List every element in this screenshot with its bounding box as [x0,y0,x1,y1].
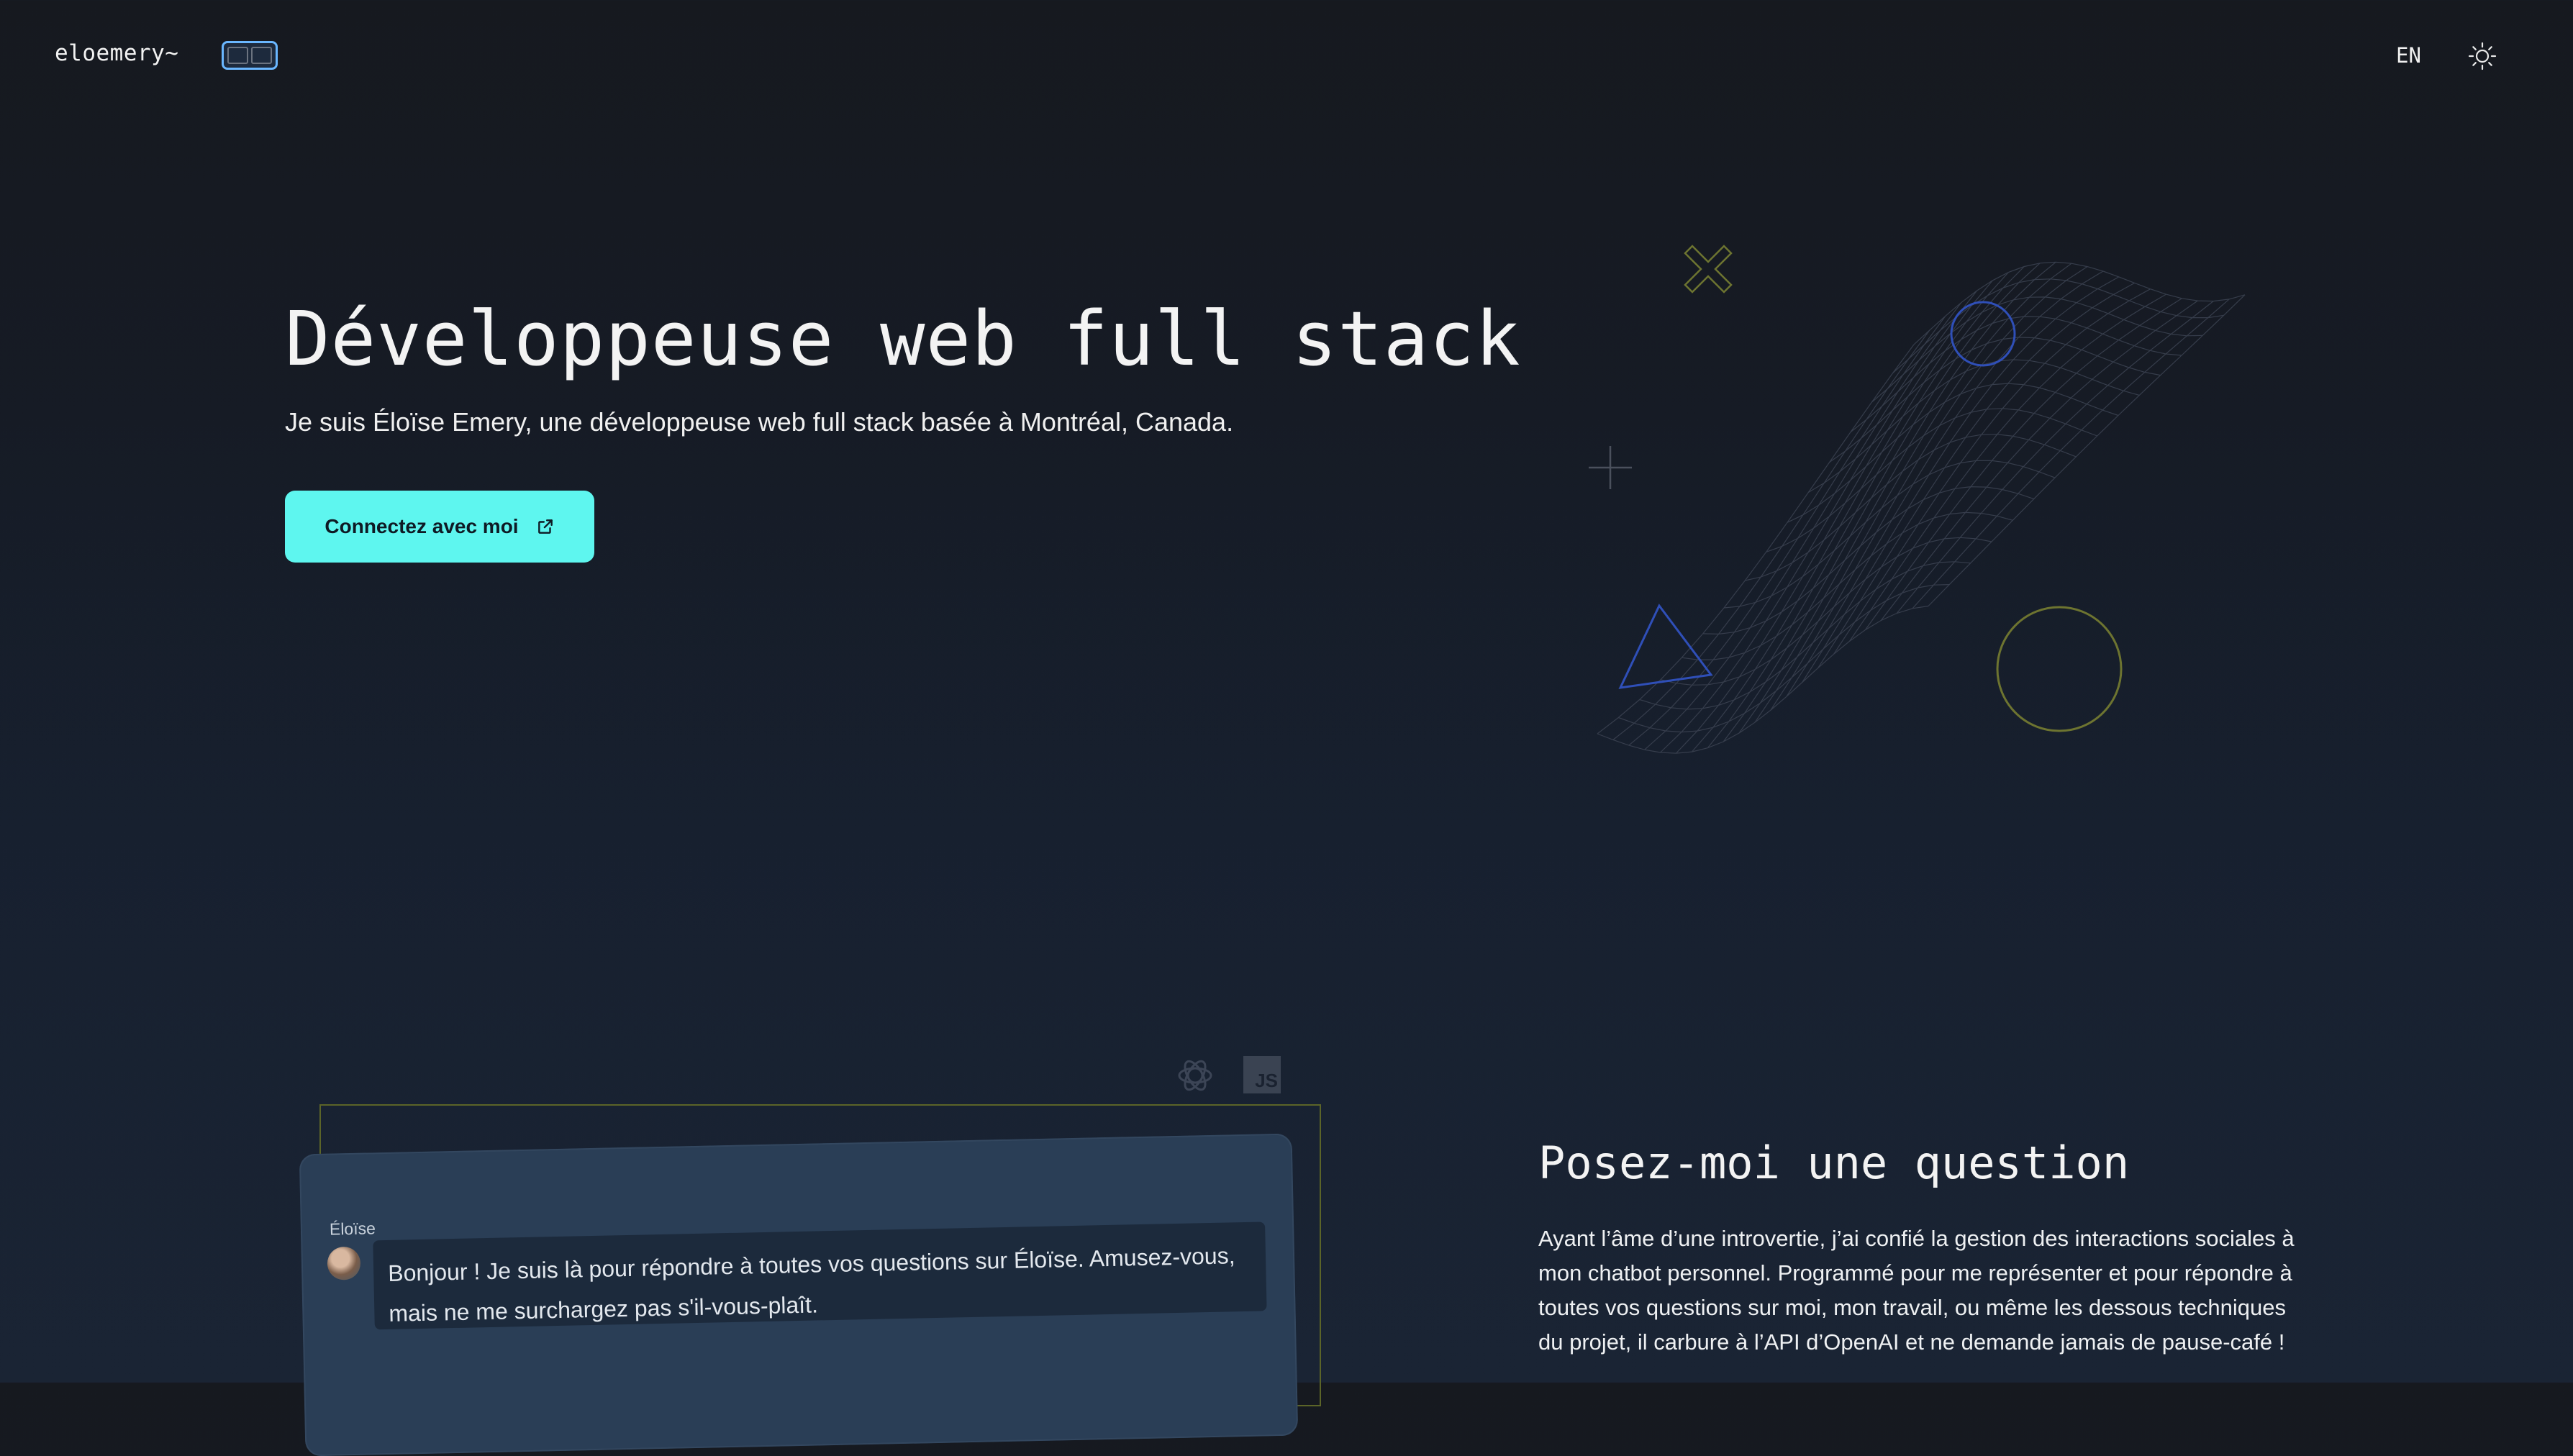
mesh-line [1892,278,2224,373]
connect-button-label: Connectez avec moi [325,515,519,537]
mesh-line [1818,282,2135,668]
chat-message: Bonjour ! Je suis là pour répondre à tou… [373,1221,1267,1330]
mesh-line [1644,302,1962,750]
mesh-line [1723,263,2041,742]
openai-icon [1178,1060,1212,1091]
language-switch[interactable]: EN [2396,43,2421,68]
avatar [327,1246,361,1280]
mesh-line [1766,408,2097,552]
wireframe-surface [1597,261,2246,754]
hero-decorative-art [1589,245,2246,754]
mesh-line [1787,383,2119,523]
plus-icon [1589,446,1632,489]
mesh-line [1660,290,1978,753]
mesh-line [1597,344,1915,734]
mesh-line [1849,294,2166,642]
question-section-text: Ayant l’âme d’une introvertie, j’ai conf… [1538,1226,2295,1355]
javascript-icon: JS [1243,1056,1281,1093]
x-shape-icon [1684,245,1733,294]
mesh-line [1802,276,2120,683]
triangle-icon [1618,604,1713,689]
site-logo[interactable]: eloemery~ [55,40,178,66]
mesh-line [1597,605,1929,754]
mesh-line [1612,329,1930,740]
mesh-line [1618,584,1950,733]
external-link-icon [537,519,553,534]
question-section-title: Posez-moi une question [1538,1137,2130,1189]
mesh-line [1786,270,2104,697]
mesh-line [1896,301,2214,614]
mesh-line [1928,294,2246,606]
connect-button[interactable]: Connectez avec moi [285,491,594,563]
hero-subtitle: Je suis Éloïse Emery, une développeuse w… [285,407,1234,437]
mesh-line [1833,288,2151,655]
mesh-line [1691,272,2009,752]
chat-sender-name: Éloïse [329,1219,376,1239]
chat-window: Éloïse Bonjour ! Je suis là pour répondr… [299,1133,1299,1456]
mesh-line [1723,460,2056,609]
sun-icon[interactable] [2467,40,2498,72]
olive-circle-icon [1996,606,2123,732]
layout-columns-icon[interactable] [222,41,278,70]
hero-title: Développeuse web full stack [285,295,1521,383]
tech-icons: JS [1176,1056,1281,1095]
mesh-line [1880,300,2198,621]
